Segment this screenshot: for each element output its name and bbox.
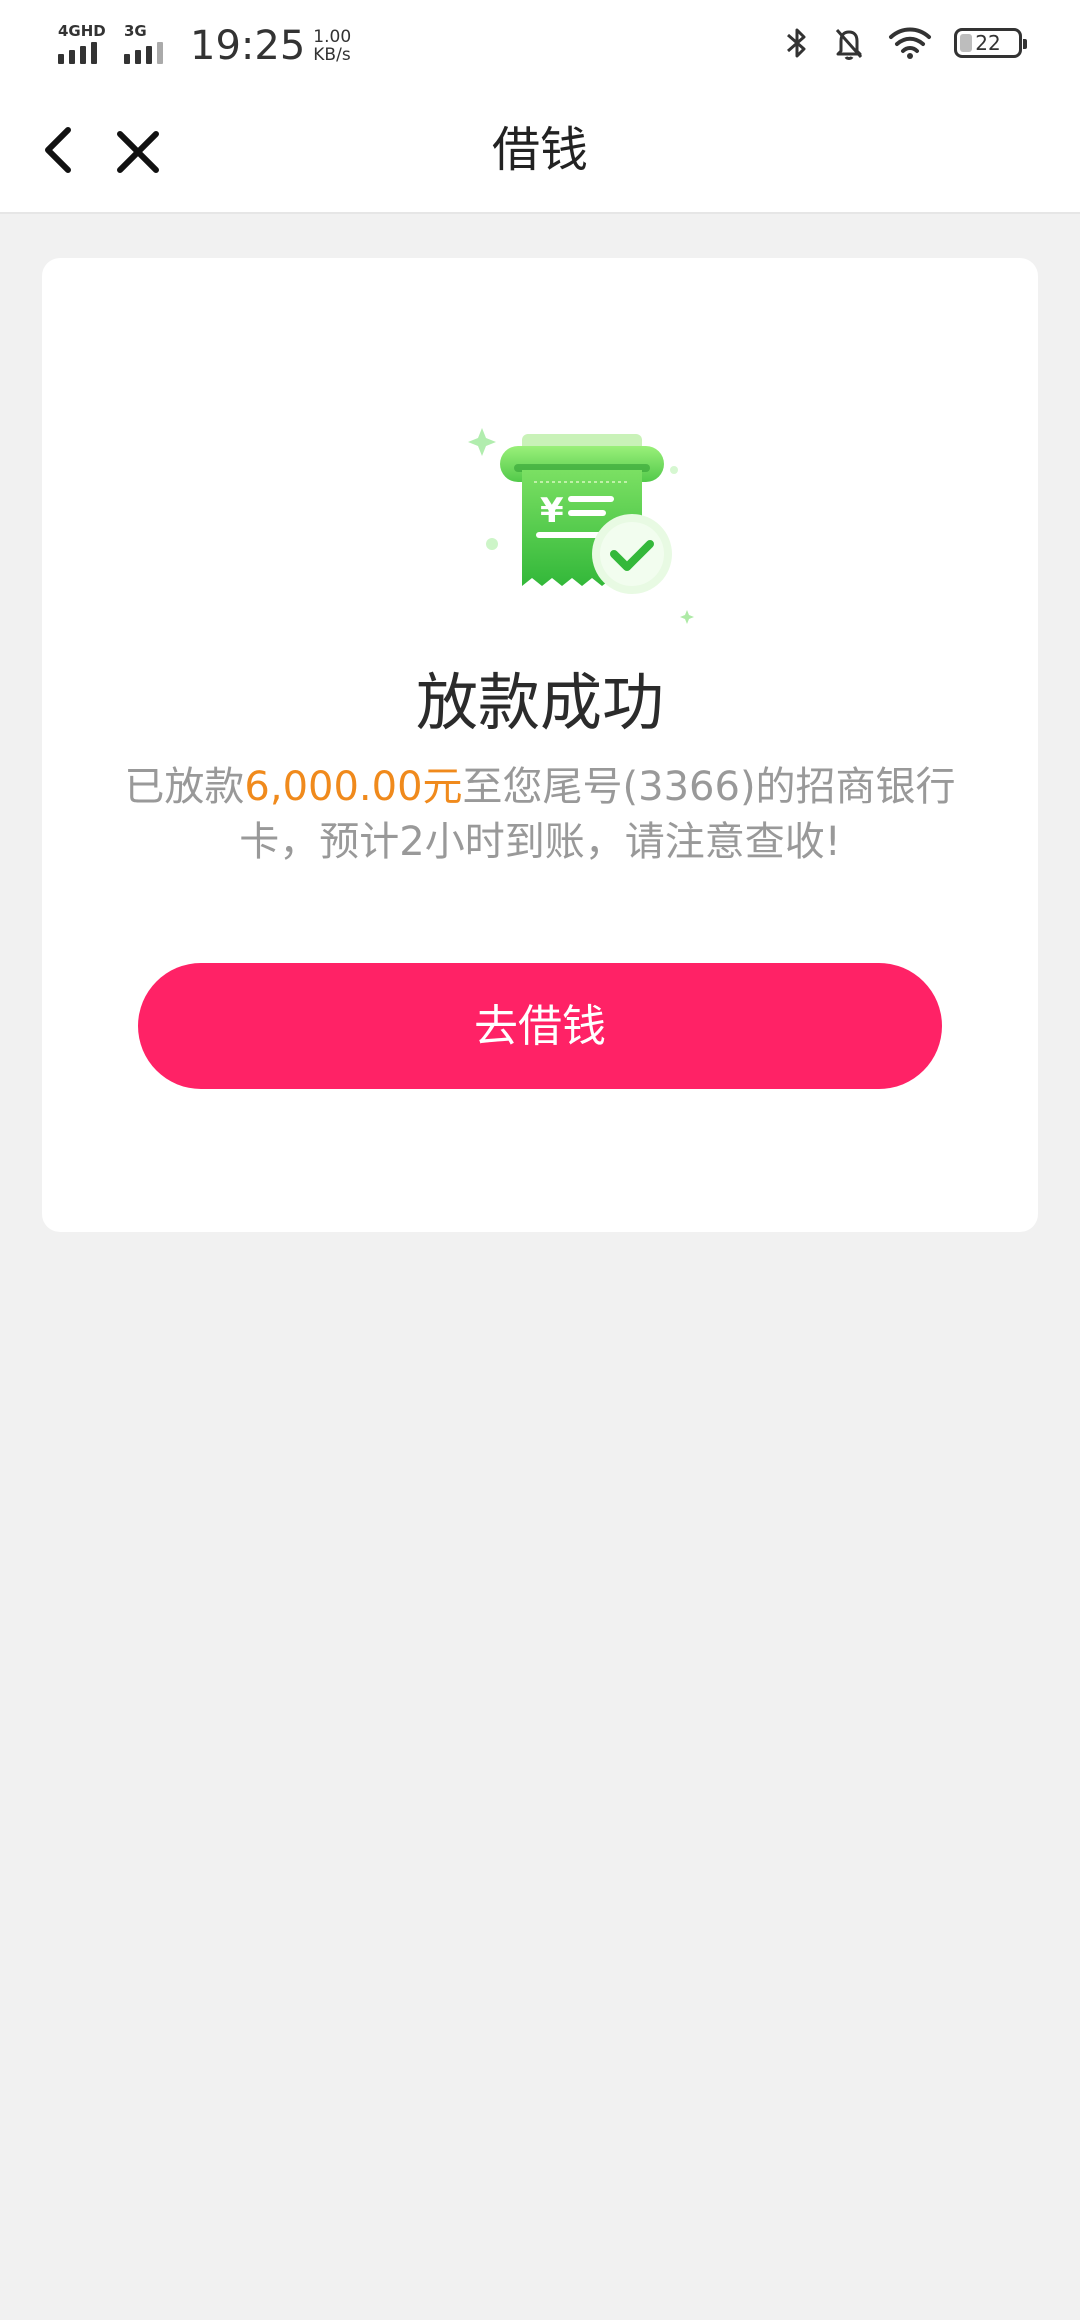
network-speed: 1.00 KB/s [313,28,351,68]
go-borrow-button[interactable]: 去借钱 [138,963,942,1089]
status-left: 4GHD 3G 19:25 1.00 KB/s [58,18,351,68]
clock: 19:25 [190,23,306,69]
network-4g-label: 4GHD [58,22,106,40]
status-bar: 4GHD 3G 19:25 1.00 KB/s 22 [0,0,1080,84]
bluetooth-icon [787,28,806,58]
desc-prefix: 已放款 [124,764,245,810]
speed-value: 1.00 [313,27,352,47]
success-description: 已放款6,000.00元至您尾号(3366)的招商银行卡，预计2小时到账，请注意… [102,760,978,870]
network-3g-label: 3G [124,22,147,40]
result-card: ¥ 放款成功 已放款6,000.00元至您尾号(3366)的招商银行卡，预计2小… [42,258,1038,1232]
speed-unit: KB/s [313,45,351,65]
signal-bars-icon [124,42,163,64]
receipt-check-icon: ¥ [468,428,694,624]
network-4g-indicator: 4GHD [58,24,110,68]
status-right: 22 [784,18,1027,68]
signal-bars-icon [58,42,97,64]
success-title: 放款成功 [415,666,664,739]
page-title: 借钱 [491,122,588,178]
nav-bar: 借钱 [0,84,1080,214]
svg-text:¥: ¥ [540,491,564,531]
wifi-icon [889,27,931,59]
bell-muted-icon [835,29,863,60]
battery-icon: 22 [954,28,1027,58]
loan-amount: 6,000.00元 [244,764,463,810]
network-3g-indicator: 3G [124,24,168,68]
battery-level: 22 [975,31,1001,55]
